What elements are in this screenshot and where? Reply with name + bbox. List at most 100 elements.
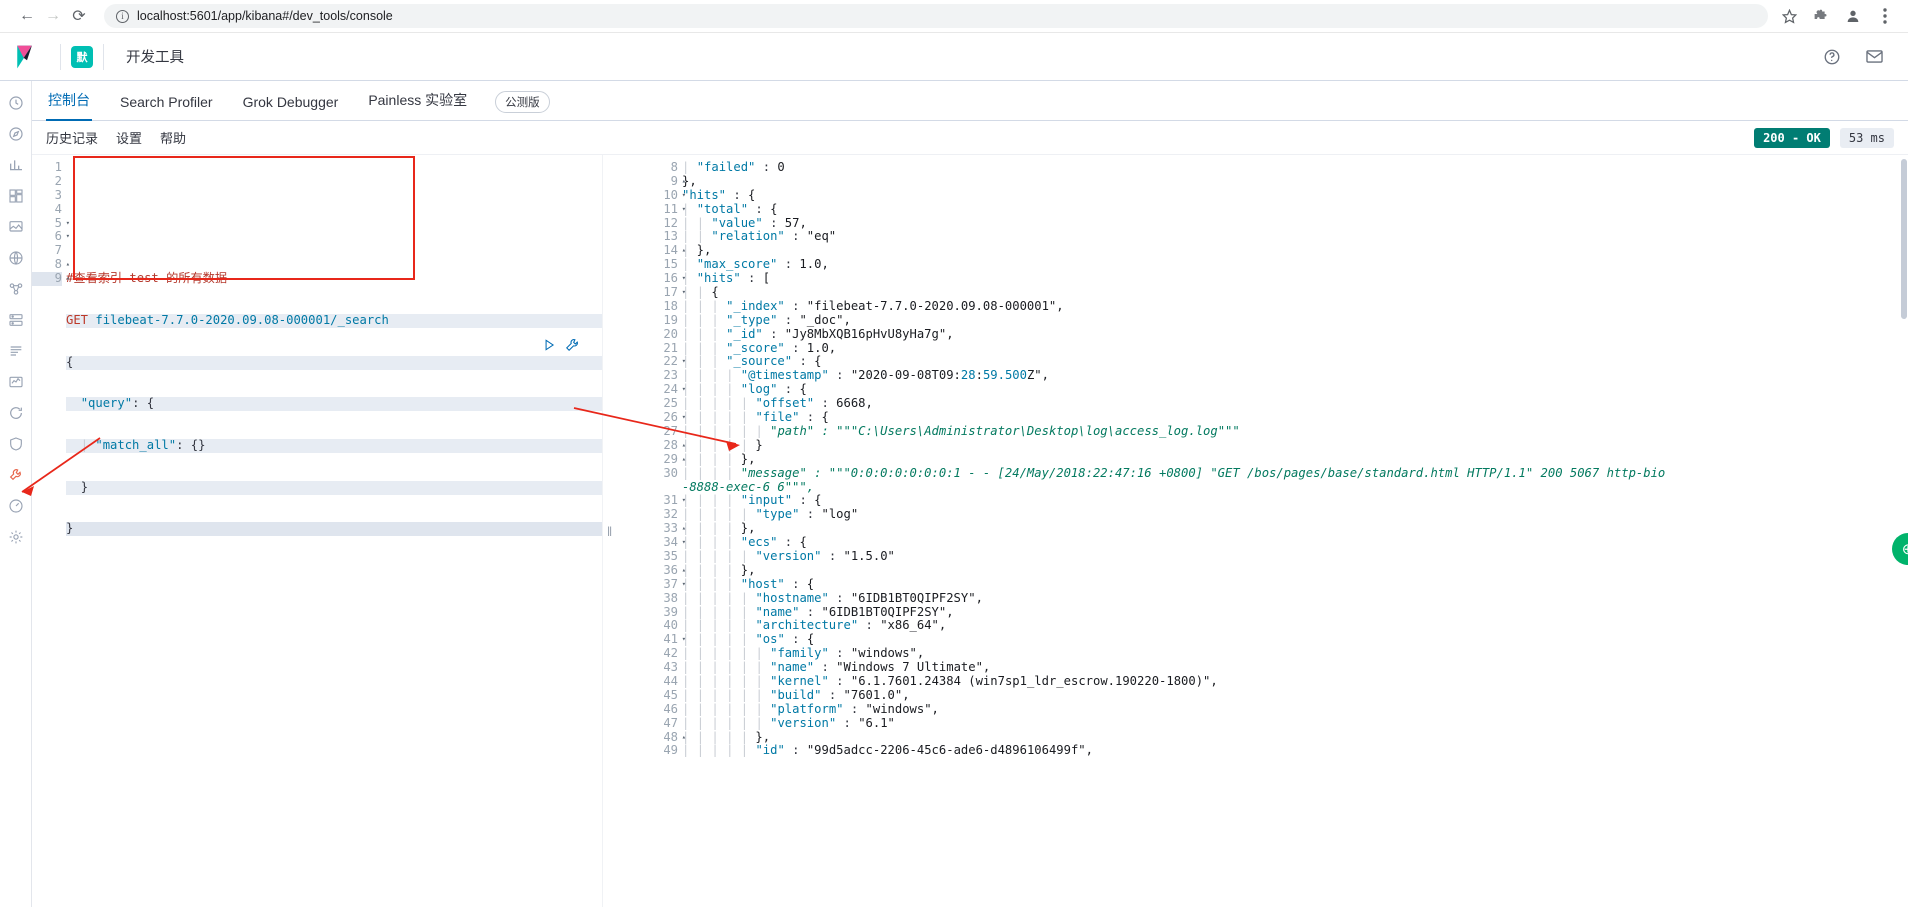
history-button[interactable]: 历史记录	[46, 128, 98, 147]
fold-toggle[interactable]: ▾	[682, 189, 686, 203]
sidebar-item-uptime[interactable]	[6, 403, 26, 423]
fold-toggle[interactable]: ▴	[682, 564, 686, 578]
response-line: | | | "_id" : "Jy8MbXQB16pHvU8yHa7g",	[682, 326, 954, 341]
fold-toggle[interactable]: ▾	[682, 355, 686, 369]
response-line-number: 26 ▾	[663, 410, 686, 425]
response-line-number: 8	[670, 160, 678, 174]
response-line-number: 32	[663, 507, 678, 522]
fold-toggle[interactable]: ▾	[682, 411, 686, 425]
response-line-number: 43	[663, 660, 678, 675]
fold-toggle[interactable]: ▴	[682, 175, 686, 189]
response-line-number: 15	[663, 257, 678, 272]
response-line-number: 10 ▾	[663, 187, 686, 202]
response-line-number: 22 ▾	[663, 354, 686, 369]
space-badge[interactable]: 默	[71, 45, 93, 68]
fold-toggle[interactable]: ▴	[682, 522, 686, 536]
fold-toggle[interactable]: ▾	[682, 578, 686, 592]
back-button[interactable]: ←	[14, 3, 40, 29]
bookmark-star-icon[interactable]	[1780, 7, 1798, 25]
response-line: | | | | | "hostname" : "6IDB1BT0QIPF2SY"…	[682, 590, 983, 605]
tab-grok-debugger[interactable]: Grok Debugger	[241, 94, 341, 120]
puzzle-icon[interactable]	[1812, 7, 1830, 25]
help-circle-icon[interactable]	[1822, 47, 1842, 67]
sidebar-item-discover[interactable]	[6, 124, 26, 144]
sidebar-item-visualize[interactable]	[6, 155, 26, 175]
sidebar-item-dashboard[interactable]	[6, 186, 26, 206]
tab-search-profiler[interactable]: Search Profiler	[118, 94, 215, 120]
status-badge: 200 - OK	[1754, 127, 1830, 148]
response-line-number: 13	[663, 229, 678, 244]
sidebar-item-monitoring[interactable]	[6, 496, 26, 516]
response-line-number: 34 ▾	[663, 535, 686, 550]
tab-console[interactable]: 控制台	[46, 90, 92, 121]
response-line-number: 35	[663, 548, 678, 563]
request-editor[interactable]: 1 2 3 4 5 ▾ 6 ▾ 7 8 ▴ 9 ▴ #查看索引 test 的所有…	[32, 155, 602, 564]
mail-icon[interactable]	[1864, 47, 1884, 67]
response-line: | "max_score" : 1.0,	[682, 257, 829, 272]
response-line-number: 30	[663, 465, 678, 480]
fold-toggle[interactable]: ▾	[682, 536, 686, 550]
play-triangle-icon[interactable]	[542, 338, 557, 353]
site-info-icon[interactable]: i	[116, 9, 129, 23]
fold-toggle[interactable]: ▴	[682, 439, 686, 453]
response-line: | "total" : {	[682, 201, 778, 216]
page-title: 开发工具	[126, 50, 184, 66]
kibana-logo[interactable]	[14, 44, 40, 70]
response-line: | | "relation" : "eq"	[682, 229, 837, 244]
sidebar-item-apm[interactable]	[6, 372, 26, 392]
sidebar-item-management[interactable]	[6, 527, 26, 547]
response-line: "hits" : {	[682, 187, 756, 202]
request-editor-pane[interactable]: 1 2 3 4 5 ▾ 6 ▾ 7 8 ▴ 9 ▴ #查看索引 test 的所有…	[32, 155, 602, 907]
tab-painless-lab[interactable]: Painless 实验室	[366, 90, 469, 120]
fold-toggle[interactable]: ▾	[682, 383, 686, 397]
response-line-number: 25	[663, 396, 678, 411]
sidebar-item-dev-tools[interactable]	[6, 465, 26, 485]
fold-toggle[interactable]: ▾	[66, 230, 70, 244]
response-viewer[interactable]: 8 9 ▴ 10 ▾ 11 ▾ 12 13 14 ▴ 15 16 ▾ 17 ▾ 18 19 20 21 22 ▾ 23 24 ▾…	[616, 155, 1908, 758]
response-line: | | | | },	[682, 521, 756, 536]
fold-toggle[interactable]: ▾	[682, 272, 686, 286]
response-line: | | | | "host" : {	[682, 576, 815, 591]
reload-button[interactable]: ⟳	[66, 3, 92, 29]
sidebar-item-infrastructure[interactable]	[6, 310, 26, 330]
response-line-number: 49	[663, 743, 678, 758]
response-line: | "hits" : [	[682, 271, 771, 286]
fold-toggle[interactable]: ▾	[682, 286, 686, 300]
sidebar-item-logs[interactable]	[6, 341, 26, 361]
sidebar-item-recently-viewed[interactable]	[6, 93, 26, 113]
sidebar-item-canvas[interactable]	[6, 217, 26, 237]
request-code[interactable]: #查看索引 test 的所有数据 GET filebeat-7.7.0-2020…	[66, 161, 602, 564]
fold-toggle[interactable]: ▴	[66, 272, 70, 286]
response-line-number: 36 ▴	[663, 562, 686, 577]
kebab-menu-icon[interactable]	[1876, 7, 1894, 25]
fold-toggle[interactable]: ▴	[66, 258, 70, 272]
address-bar[interactable]: i localhost:5601/app/kibana#/dev_tools/c…	[104, 4, 1768, 28]
response-line: | | | | | | "version" : "6.1"	[682, 715, 895, 730]
fold-toggle[interactable]: ▴	[682, 731, 686, 745]
wrench-icon[interactable]	[565, 338, 580, 353]
forward-button[interactable]: →	[40, 3, 66, 29]
response-line: | | | | | | "family" : "windows",	[682, 646, 925, 661]
code-comment: #查看索引 test 的所有数据	[66, 271, 228, 286]
fold-toggle[interactable]: ▴	[682, 453, 686, 467]
settings-button[interactable]: 设置	[116, 128, 142, 147]
fold-toggle[interactable]: ▴	[682, 244, 686, 258]
response-scrollbar[interactable]	[1901, 159, 1907, 319]
response-line: | "failed" : 0	[682, 160, 785, 174]
user-avatar-icon[interactable]	[1844, 7, 1862, 25]
fold-toggle[interactable]: ▾	[682, 633, 686, 647]
response-line: | | | | | "offset" : 6668,	[682, 396, 873, 411]
pane-splitter[interactable]: ‖	[602, 155, 616, 907]
fold-toggle[interactable]: ▾	[682, 203, 686, 217]
fold-toggle[interactable]: ▾	[682, 494, 686, 508]
response-pane[interactable]: 8 9 ▴ 10 ▾ 11 ▾ 12 13 14 ▴ 15 16 ▾ 17 ▾ 18 19 20 21 22 ▾ 23 24 ▾…	[616, 155, 1908, 907]
fold-toggle[interactable]: ▾	[66, 217, 70, 231]
sidebar-item-maps[interactable]	[6, 248, 26, 268]
sidebar-item-siem[interactable]	[6, 434, 26, 454]
help-button[interactable]: 帮助	[160, 128, 186, 147]
response-line-number: 46	[663, 701, 678, 716]
elapsed-badge: 53 ms	[1839, 127, 1894, 148]
console-content: 控制台 Search Profiler Grok Debugger Painle…	[32, 81, 1908, 907]
response-line-number: 38	[663, 590, 678, 605]
sidebar-item-machine-learning[interactable]	[6, 279, 26, 299]
